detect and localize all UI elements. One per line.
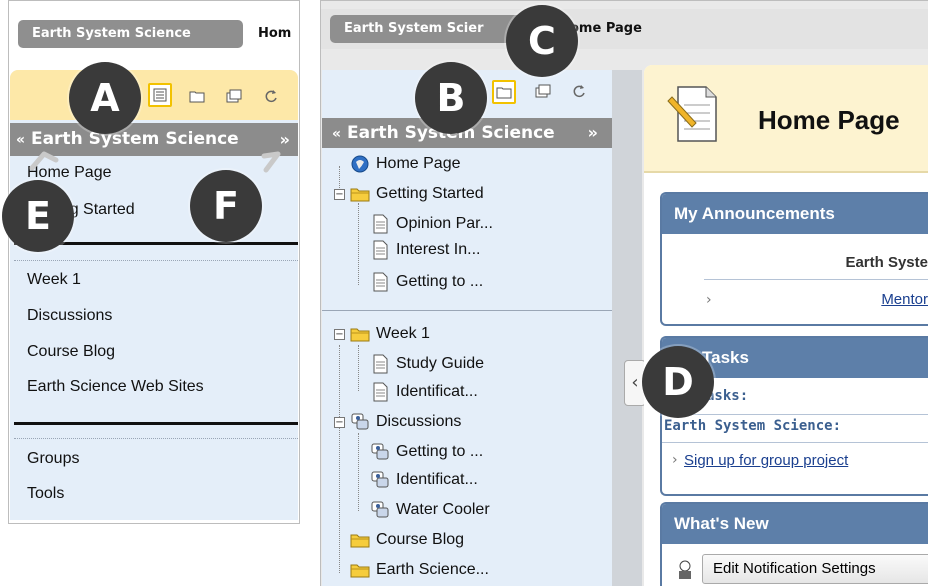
expand-menu-icon[interactable]: »: [588, 118, 598, 148]
menu-item-discussions[interactable]: Discussions: [27, 307, 112, 325]
menu-item-week-1[interactable]: Week 1: [27, 271, 81, 289]
tree-item[interactable]: Interest In...: [396, 239, 480, 261]
folder-icon: [350, 560, 370, 580]
home-globe-icon: [350, 154, 370, 174]
tree-guide: [358, 433, 359, 511]
new-window-icon[interactable]: [225, 87, 243, 105]
tree-guide: [358, 203, 359, 285]
collapse-toggle-icon[interactable]: −: [334, 189, 345, 200]
callout-b: B: [415, 62, 487, 134]
announcement-course: Earth Syste: [845, 254, 928, 271]
page-title: Home Page: [758, 105, 900, 135]
tree-item[interactable]: Identificat...: [396, 381, 478, 403]
tree-item[interactable]: Home Page: [376, 153, 461, 175]
edit-notification-settings-button[interactable]: Edit Notification Settings: [702, 554, 928, 584]
document-icon: [370, 214, 390, 234]
folder-icon: [350, 530, 370, 550]
folder-view-icon[interactable]: [492, 80, 516, 104]
collapse-all-icon[interactable]: «: [332, 126, 341, 142]
callout-a: A: [69, 62, 141, 134]
divider: [662, 442, 928, 443]
callout-f: F: [190, 170, 262, 242]
tree-item[interactable]: Identificat...: [396, 469, 478, 491]
list-view-icon[interactable]: [148, 83, 172, 107]
tree-item[interactable]: Course Blog: [376, 529, 464, 551]
document-icon: [370, 272, 390, 292]
discussion-icon: [370, 470, 390, 490]
course-name-tab[interactable]: Earth System Science: [18, 20, 243, 48]
folder-icon: [350, 184, 370, 204]
task-course: Earth System Science:: [664, 418, 842, 434]
document-icon: [370, 240, 390, 260]
tree-item[interactable]: Discussions: [376, 411, 461, 433]
callout-e: E: [2, 180, 74, 252]
announcements-module: My Announcements Earth Syste › Mentor: [660, 192, 928, 326]
divider: [704, 279, 928, 280]
folder-view-icon[interactable]: [188, 87, 206, 105]
collapse-toggle-icon[interactable]: −: [334, 329, 345, 340]
chevron-right-icon: ›: [672, 452, 678, 468]
divider: [662, 414, 928, 415]
course-menu-toolbar: [10, 70, 298, 120]
menu-item-groups[interactable]: Groups: [27, 450, 79, 468]
tree-item[interactable]: Getting Started: [376, 183, 484, 205]
task-link[interactable]: Sign up for group project: [684, 452, 848, 469]
document-icon: [370, 382, 390, 402]
tree-item[interactable]: Study Guide: [396, 353, 484, 375]
menu-divider: [14, 422, 298, 425]
new-window-icon[interactable]: [534, 82, 552, 100]
page-document-icon: [667, 86, 717, 142]
menu-divider: [14, 438, 298, 439]
announcement-link[interactable]: Mentor: [881, 291, 928, 308]
document-icon: [370, 354, 390, 374]
refresh-icon[interactable]: [570, 82, 588, 100]
refresh-icon[interactable]: [262, 87, 280, 105]
tree-item[interactable]: Getting to ...: [396, 441, 483, 463]
tree-item[interactable]: Week 1: [376, 323, 430, 345]
menu-divider: [14, 260, 298, 261]
annotation-arrows: [29, 151, 281, 173]
tree-guide: [339, 345, 340, 573]
breadcrumb: ome Page: [570, 21, 642, 36]
tree-item[interactable]: Earth Science...: [376, 559, 489, 581]
menu-item-tools[interactable]: Tools: [27, 485, 64, 503]
module-title[interactable]: My Announcements: [662, 194, 928, 234]
module-title[interactable]: What's New: [662, 504, 928, 544]
menu-splitter[interactable]: [612, 70, 642, 586]
callout-c: C: [506, 5, 578, 77]
tree-divider: [322, 310, 612, 311]
callout-d: D: [642, 346, 714, 418]
collapse-toggle-icon[interactable]: −: [334, 417, 345, 428]
course-name-tab[interactable]: Earth System Scier: [330, 15, 535, 43]
tree-item[interactable]: Opinion Par...: [396, 213, 493, 235]
tree-guide: [358, 345, 359, 391]
discussion-icon: [370, 442, 390, 462]
folder-icon: [350, 324, 370, 344]
tree-item[interactable]: Water Cooler: [396, 499, 490, 521]
breadcrumb: Hom: [258, 26, 292, 41]
menu-item-earth-science-web-sites[interactable]: Earth Science Web Sites: [27, 378, 204, 396]
notification-settings-icon: [674, 558, 696, 580]
whats-new-module: What's New Edit Notification Settings: [660, 502, 928, 586]
discussion-icon: [350, 412, 370, 432]
menu-item-course-blog[interactable]: Course Blog: [27, 343, 115, 361]
chevron-right-icon: ›: [706, 292, 712, 308]
tree-item[interactable]: Getting to ...: [396, 271, 483, 293]
discussion-icon: [370, 500, 390, 520]
